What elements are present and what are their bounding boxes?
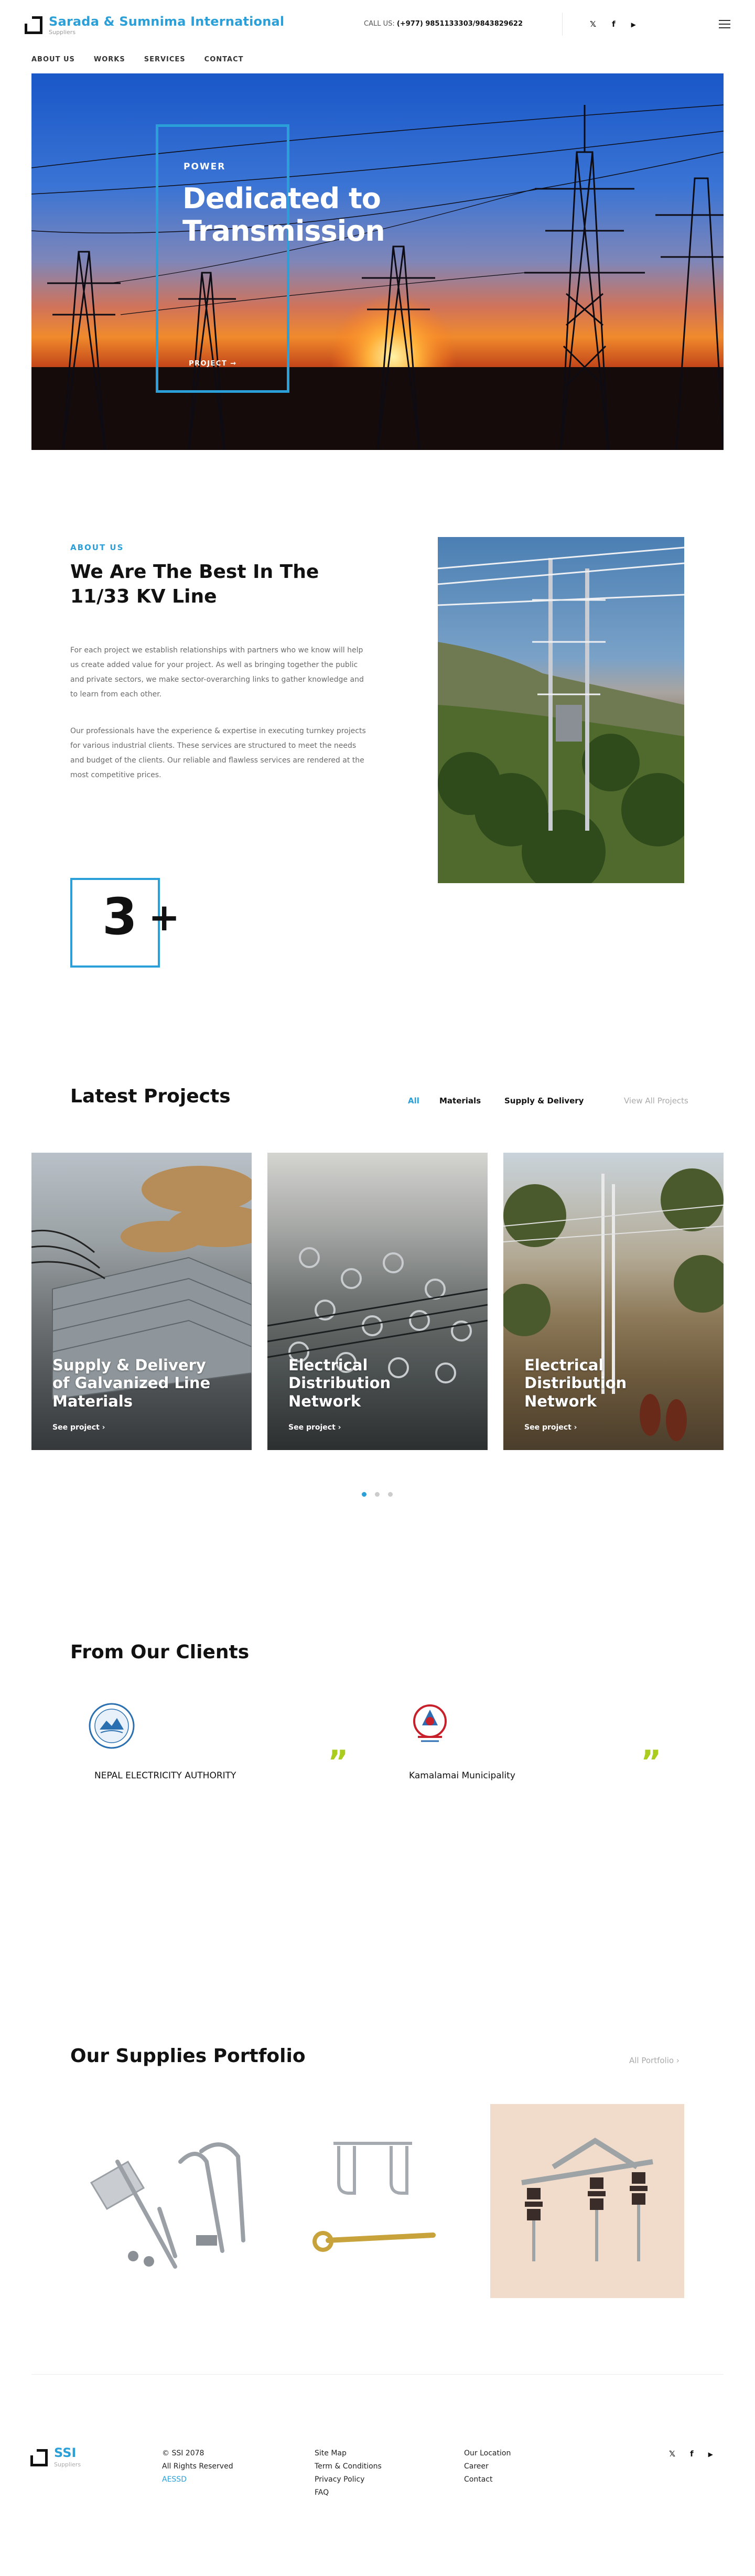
project-card-title: Electrical Distribution Network (524, 1356, 627, 1411)
facebook-icon[interactable]: f (612, 19, 616, 29)
footer-divider (31, 2374, 724, 2375)
project-card-2[interactable]: Electrical Distribution Network See proj… (267, 1153, 488, 1450)
nav-item-about[interactable]: ABOUT US (31, 56, 75, 63)
about-paragraph-2: Our professionals have the experience & … (70, 727, 366, 779)
clients-title: From Our Clients (70, 1641, 250, 1663)
projects-title: Latest Projects (70, 1086, 231, 1107)
filter-materials[interactable]: Materials (439, 1096, 481, 1105)
pagination-dot[interactable] (388, 1492, 393, 1497)
footer-link-career[interactable]: Career (464, 2462, 489, 2471)
footer-col-company: Our Location Career Contact (464, 2447, 511, 2486)
footer-col-copyright: © SSI 2078 All Rights Reserved AESSD (162, 2447, 233, 2486)
hamburger-menu-icon[interactable] (719, 20, 730, 28)
footer-credit-link[interactable]: AESSD (162, 2473, 233, 2486)
facebook-icon[interactable]: f (690, 2449, 694, 2459)
substation-photo (438, 537, 684, 883)
footer-link-contact[interactable]: Contact (464, 2475, 492, 2484)
project-card-1[interactable]: Supply & Delivery of Galvanized Line Mat… (31, 1153, 252, 1450)
nav-item-contact[interactable]: CONTACT (204, 56, 244, 63)
twitter-icon[interactable]: 𝕏 (590, 19, 596, 29)
project-card-3[interactable]: Electrical Distribution Network See proj… (503, 1153, 724, 1450)
counter-suffix: + (148, 895, 180, 939)
footer-link-sitemap[interactable]: Site Map (315, 2449, 347, 2457)
supply-item-clamps[interactable] (307, 2104, 501, 2298)
footer-link-terms[interactable]: Term & Conditions (315, 2462, 382, 2471)
call-us-label: CALL US: (364, 20, 395, 28)
header-social: 𝕏 f ▶ (590, 19, 636, 29)
nea-logo-icon (88, 1702, 135, 1749)
see-project-link[interactable]: See project › (524, 1423, 577, 1432)
hero-title: Dedicated to Transmission (182, 182, 385, 248)
youtube-icon[interactable]: ▶ (631, 19, 636, 29)
footer-link-location[interactable]: Our Location (464, 2449, 511, 2457)
quote-icon: ” (328, 1744, 349, 1780)
pagination-dot[interactable] (375, 1492, 380, 1497)
phone-numbers[interactable]: (+977) 9851133303/9843829622 (397, 20, 523, 28)
logo-icon[interactable] (25, 16, 42, 34)
supply-item-hardware[interactable] (70, 2104, 264, 2298)
project-card-title: Supply & Delivery of Galvanized Line Mat… (52, 1356, 211, 1411)
footer-social: 𝕏 f ▶ (669, 2449, 713, 2459)
brand-name[interactable]: Sarada & Sumnima International (49, 14, 284, 29)
filter-supply-delivery[interactable]: Supply & Delivery (504, 1096, 584, 1105)
footer-logo-icon[interactable] (30, 2449, 48, 2466)
transmission-towers-image (31, 104, 724, 450)
nepal-emblem-icon (406, 1699, 454, 1746)
about-title: We Are The Best In The 11/33 KV Line (70, 561, 319, 607)
client-name: NEPAL ELECTRICITY AUTHORITY (94, 1770, 236, 1781)
nav-item-works[interactable]: WORKS (94, 56, 125, 63)
view-all-projects-link[interactable]: View All Projects (624, 1096, 688, 1105)
see-project-link[interactable]: See project › (52, 1423, 105, 1432)
nav-item-services[interactable]: SERVICES (144, 56, 186, 63)
hero-project-link[interactable]: PROJECT → (189, 360, 237, 368)
youtube-icon[interactable]: ▶ (708, 2449, 713, 2459)
filter-all[interactable]: All (408, 1096, 419, 1105)
about-paragraph-1: For each project we establish relationsh… (70, 646, 364, 699)
hero-kicker: POWER (184, 162, 226, 172)
supplies-title: Our Supplies Portfolio (70, 2045, 306, 2067)
footer-brand-name[interactable]: SSI (54, 2445, 76, 2460)
header-divider (562, 13, 563, 36)
all-portfolio-link[interactable]: All Portfolio › (629, 2056, 680, 2065)
client-name: Kamalamai Municipality (409, 1770, 515, 1781)
footer-link-privacy[interactable]: Privacy Policy (315, 2475, 364, 2484)
counter-value: 3 (102, 887, 137, 946)
hero-banner: POWER Dedicated to Transmission PROJECT … (31, 73, 724, 450)
footer-link-faq[interactable]: FAQ (315, 2488, 329, 2497)
pagination-dot[interactable] (362, 1492, 366, 1497)
main-nav: ABOUT US WORKS SERVICES CONTACT (31, 56, 243, 63)
projects-pagination (362, 1492, 393, 1497)
footer-brand-tagline: Suppliers (54, 2461, 81, 2468)
supply-item-insulators[interactable] (490, 2104, 684, 2298)
footer-col-links: Site Map Term & Conditions Privacy Polic… (315, 2447, 382, 2499)
project-card-title: Electrical Distribution Network (288, 1356, 391, 1411)
footer-copyright: © SSI 2078 (162, 2449, 204, 2457)
quote-icon: ” (641, 1744, 662, 1780)
see-project-link[interactable]: See project › (288, 1423, 341, 1432)
footer-rights: All Rights Reserved (162, 2462, 233, 2471)
site-header: Sarada & Sumnima International Suppliers… (0, 0, 755, 48)
brand-tagline: Suppliers (49, 29, 76, 36)
call-us: CALL US: (+977) 9851133303/9843829622 (364, 20, 523, 28)
about-kicker: ABOUT US (70, 543, 124, 552)
twitter-icon[interactable]: 𝕏 (669, 2449, 675, 2459)
